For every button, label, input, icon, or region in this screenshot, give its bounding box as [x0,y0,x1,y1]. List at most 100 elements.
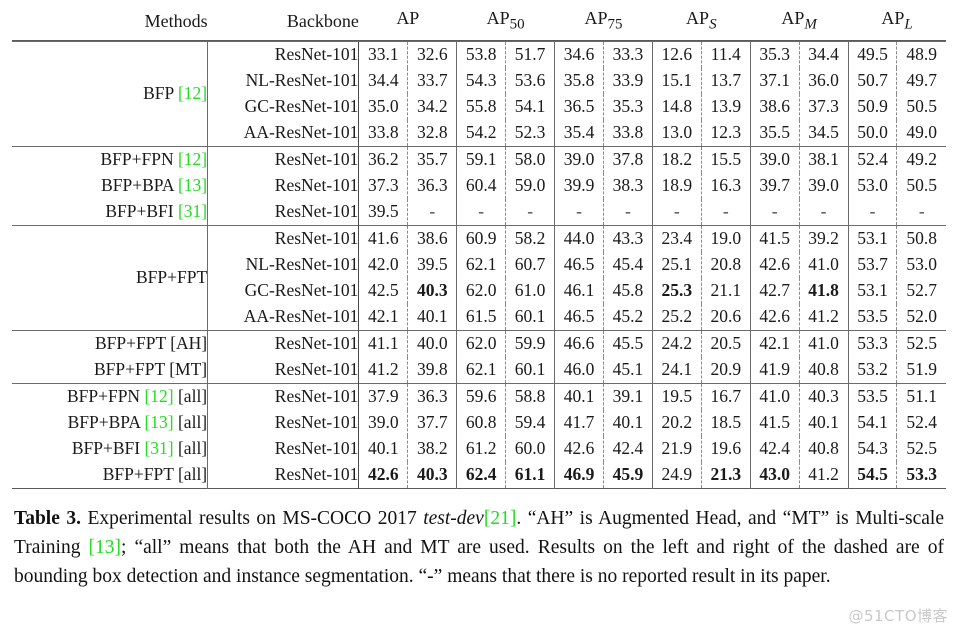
metric-value: 54.1 [848,410,898,436]
metric-value: 45.5 [603,331,653,357]
value-text: 58.0 [514,149,546,170]
value-text: 41.2 [808,464,839,485]
metric-value: 11.4 [701,41,751,68]
caption-citation-13[interactable]: [13] [89,537,122,558]
metric-value: 48.9 [897,42,946,69]
method-name: BFP+BPA [67,412,141,433]
metric-value: 35.8 [554,68,604,94]
value-text: 33.9 [612,70,644,91]
value-text: 48.9 [906,44,938,65]
metric-value: 41.5 [750,410,800,436]
method-citation[interactable]: [12] [178,83,207,103]
value-text: 42.4 [612,438,644,459]
table-row: BFP+BPA [13] [all] ResNet-101 39.0 37.7 60.8… [12,410,946,436]
backbone-label: ResNet-101 [207,173,360,199]
metric-value: 46.9 [554,462,604,489]
metric-value: 18.2 [652,147,702,173]
backbone-label: ResNet-101 [207,436,360,462]
value-text: - [576,201,582,222]
value-text: 38.2 [416,438,448,459]
value-text: 49.7 [906,70,938,91]
method-name: BFP+FPT [94,333,166,354]
value-text: 46.5 [563,306,595,327]
metric-value: - [848,199,898,226]
backbone-label: ResNet-101 [207,226,360,252]
value-text: 39.8 [416,359,448,380]
metric-value: 13.0 [652,120,702,147]
value-text: 53.3 [906,464,938,485]
backbone-label: GC-ResNet-101 [207,278,360,304]
caption-italic-testdev: test-dev [423,508,484,529]
value-text: 19.5 [661,386,693,407]
method-citation[interactable]: [12] [178,149,207,169]
metric-value: 39.9 [554,173,604,199]
column-header-apl: APL [848,6,946,41]
rule-cell [12,488,946,489]
value-text: 39.0 [563,149,595,170]
value-text: 52.5 [906,333,938,354]
method-citation[interactable]: [31] [178,201,207,221]
metric-value: - [897,199,946,226]
metric-value: 41.2 [358,357,409,384]
value-text: 41.9 [759,359,790,380]
metric-value: 12.3 [701,120,751,147]
metric-value: 39.5 [407,252,458,278]
metric-value: 25.3 [652,278,702,304]
value-text: 35.8 [563,70,595,91]
value-text: 41.1 [368,333,399,354]
value-text: 15.5 [710,149,742,170]
value-text: 42.6 [563,438,595,459]
value-text: 41.5 [759,412,790,433]
method-citation[interactable]: [13] [178,175,207,195]
results-table-container: Methods Backbone AP AP50 AP75 APS APM AP… [12,6,946,489]
metric-value: 53.3 [848,331,898,357]
metric-value: 60.7 [505,252,556,278]
value-text: 19.6 [710,438,742,459]
table-bottom-rule [12,488,946,489]
metric-value: 61.2 [456,436,507,462]
value-text: 35.3 [759,44,790,65]
caption-citation-21[interactable]: [21] [484,508,517,529]
value-text: 62.1 [465,359,497,380]
value-text: 61.1 [514,464,546,485]
metric-value: 25.2 [652,304,702,331]
value-text: 52.7 [906,280,938,301]
column-header-ap75: AP75 [555,6,653,41]
column-header-ap: AP [359,6,457,41]
value-text: 42.6 [759,254,790,275]
backbone-label: AA-ResNet-101 [207,120,360,147]
value-text: 50.7 [857,70,888,91]
metric-sub-apl: L [904,16,913,33]
value-text: 36.3 [416,175,448,196]
metric-value: 41.0 [799,331,849,357]
method-label: BFP+FPT [AH] [12,331,209,357]
metric-value: 39.0 [358,410,409,436]
value-text: 40.3 [416,280,448,301]
value-text: 52.4 [857,149,888,170]
value-text: 33.1 [368,44,399,65]
metric-value: 18.9 [652,173,702,199]
method-citation[interactable]: [13] [144,412,173,432]
value-text: 50.8 [906,228,938,249]
metric-value: - [701,199,751,226]
method-citation[interactable]: [12] [144,386,173,406]
metric-value: 53.0 [897,252,946,278]
metric-value: 18.5 [701,410,751,436]
caption-part1: Experimental results on MS-COCO 2017 [81,508,424,529]
metric-value: 39.8 [407,357,458,384]
metric-value: 14.8 [652,94,702,120]
method-citation[interactable]: [31] [144,438,173,458]
backbone-label: ResNet-101 [207,199,360,226]
value-text: 35.5 [759,122,790,143]
value-text: 61.2 [465,438,497,459]
metric-value: 39.5 [358,199,409,226]
metric-value: 38.1 [799,147,849,173]
value-text: 40.1 [368,438,399,459]
metric-value: 52.0 [897,304,946,331]
metric-value: 50.7 [848,68,898,94]
value-text: 41.2 [808,306,839,327]
backbone-label: ResNet-101 [207,147,360,173]
metric-value: 53.5 [848,384,898,410]
value-text: 35.4 [563,122,595,143]
column-header-backbone: Backbone [286,11,359,31]
